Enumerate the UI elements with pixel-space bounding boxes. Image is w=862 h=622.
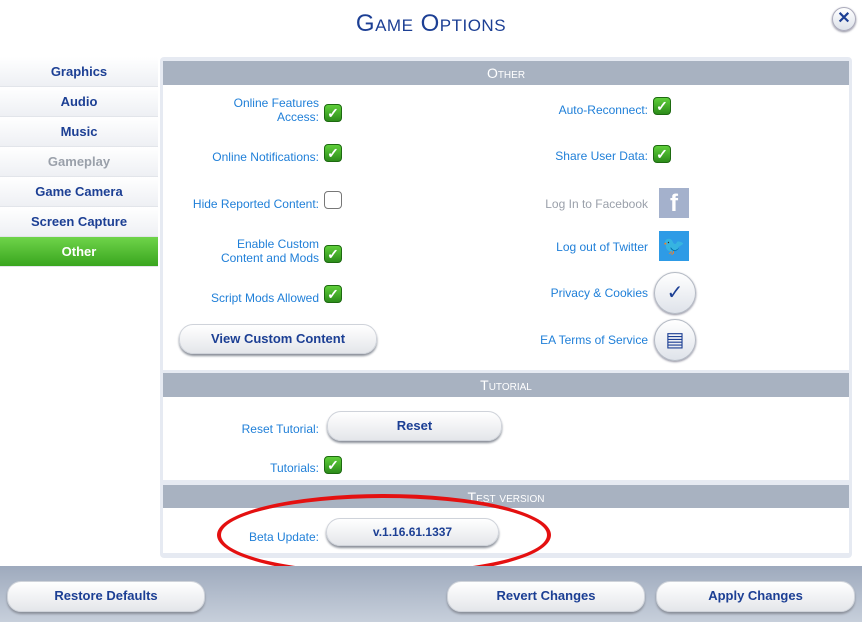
section-header-other: Other <box>163 61 849 85</box>
custom-content-label: Enable Custom Content and Mods <box>220 237 319 265</box>
sidebar-item-graphics[interactable]: Graphics <box>0 57 158 87</box>
online-features-label: Online Features Access: <box>233 96 319 124</box>
tutorials-checkbox[interactable]: ✓ <box>324 456 342 474</box>
terms-label: EA Terms of Service <box>540 333 648 347</box>
online-notifications-label: Online Notifications: <box>212 150 319 164</box>
sidebar-item-screen-capture[interactable]: Screen Capture <box>0 207 158 237</box>
facebook-icon[interactable]: f <box>659 188 689 218</box>
script-mods-label: Script Mods Allowed <box>210 291 319 305</box>
shield-check-icon[interactable]: ✓ <box>654 272 696 314</box>
view-custom-content-button[interactable]: View Custom Content <box>179 324 377 354</box>
custom-content-checkbox[interactable]: ✓ <box>324 245 342 263</box>
page-title: Game Options <box>355 10 507 37</box>
reset-tutorial-label: Reset Tutorial: <box>241 422 319 436</box>
revert-changes-button[interactable]: Revert Changes <box>447 581 645 612</box>
sidebar: Graphics Audio Music Gameplay Game Camer… <box>0 57 158 267</box>
game-options-dialog: Game Options ✕ Graphics Audio Music Game… <box>0 0 862 566</box>
share-user-data-label: Share User Data: <box>555 149 648 163</box>
facebook-label: Log In to Facebook <box>545 197 648 211</box>
online-notifications-checkbox[interactable]: ✓ <box>324 144 342 162</box>
tutorials-label: Tutorials: <box>270 461 319 475</box>
document-icon[interactable]: ▤ <box>654 319 696 361</box>
annotation-circle <box>217 494 551 576</box>
auto-reconnect-label: Auto-Reconnect: <box>558 103 648 117</box>
footer-bar: Restore Defaults Revert Changes Apply Ch… <box>0 566 862 622</box>
apply-changes-button[interactable]: Apply Changes <box>656 581 855 612</box>
hide-reported-checkbox[interactable] <box>324 191 342 209</box>
sidebar-item-music[interactable]: Music <box>0 117 158 147</box>
share-user-data-checkbox[interactable]: ✓ <box>653 145 671 163</box>
sidebar-item-audio[interactable]: Audio <box>0 87 158 117</box>
auto-reconnect-checkbox[interactable]: ✓ <box>653 97 671 115</box>
close-icon: ✕ <box>837 10 851 27</box>
restore-defaults-button[interactable]: Restore Defaults <box>7 581 205 612</box>
sidebar-item-other[interactable]: Other <box>0 237 158 267</box>
section-header-tutorial: Tutorial <box>163 373 849 397</box>
hide-reported-label: Hide Reported Content: <box>192 197 319 211</box>
reset-tutorial-button[interactable]: Reset <box>327 411 502 441</box>
close-button[interactable]: ✕ <box>832 7 856 31</box>
privacy-label: Privacy & Cookies <box>550 286 648 300</box>
twitter-icon[interactable]: 🐦 <box>659 231 689 261</box>
twitter-label: Log out of Twitter <box>556 240 648 254</box>
sidebar-item-gameplay[interactable]: Gameplay <box>0 147 158 177</box>
sidebar-item-game-camera[interactable]: Game Camera <box>0 177 158 207</box>
online-features-checkbox[interactable]: ✓ <box>324 104 342 122</box>
options-panel: Other Tutorial Test version <box>160 57 852 558</box>
script-mods-checkbox[interactable]: ✓ <box>324 285 342 303</box>
